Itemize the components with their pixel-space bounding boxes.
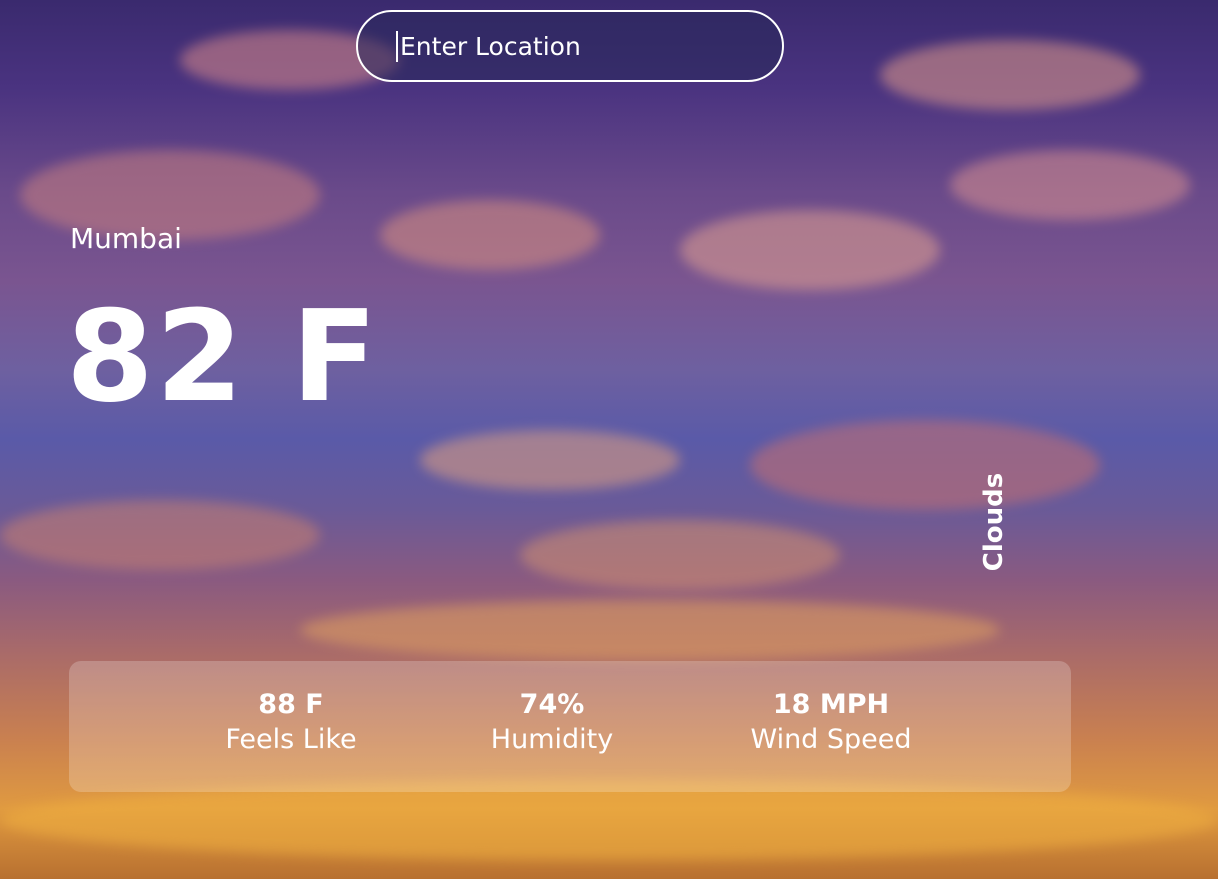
location-search-input[interactable]	[396, 30, 762, 62]
humidity-label: Humidity	[490, 724, 614, 756]
wind-speed-stat: 18 MPH Wind Speed	[750, 689, 911, 759]
humidity-stat: 74% Humidity	[491, 689, 613, 759]
feels-like-value: 88 F	[258, 689, 324, 720]
weather-app: { "search": { "placeholder": "Enter Loca…	[0, 0, 1218, 879]
wind-speed-label: Wind Speed	[750, 724, 912, 756]
city-name: Mumbai	[70, 222, 182, 255]
current-temperature: 82 F	[66, 283, 380, 430]
weather-condition: Clouds	[979, 472, 1009, 572]
humidity-value: 74%	[519, 689, 585, 720]
feels-like-label: Feels Like	[225, 724, 357, 756]
wind-speed-value: 18 MPH	[772, 689, 890, 720]
weather-stats-panel: 88 F Feels Like 74% Humidity 18 MPH Wind…	[69, 661, 1071, 792]
feels-like-stat: 88 F Feels Like	[225, 689, 356, 759]
location-search-box[interactable]	[356, 10, 784, 82]
